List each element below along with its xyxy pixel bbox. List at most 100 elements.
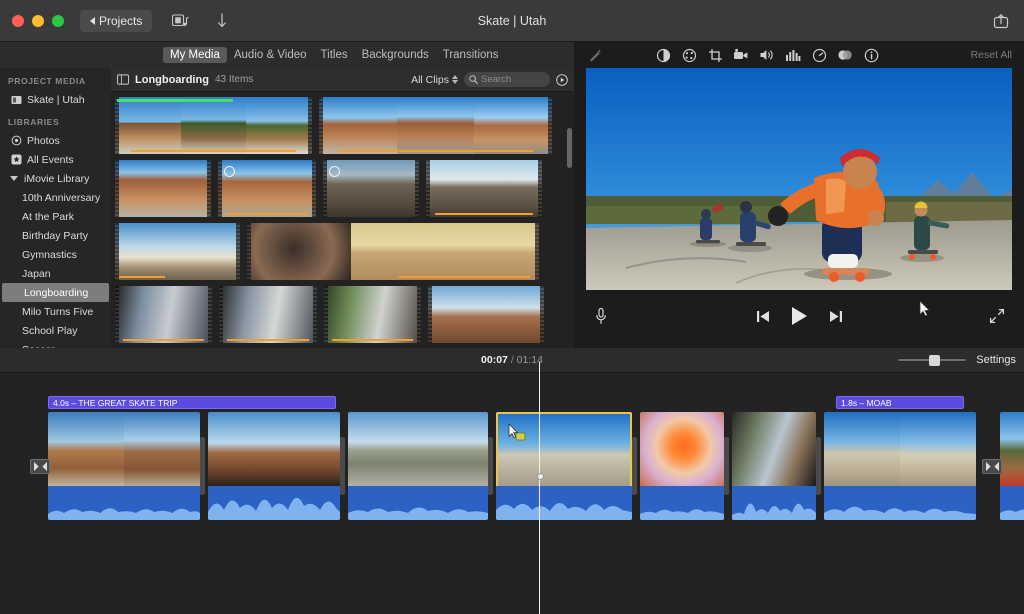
import-icon[interactable] (208, 9, 236, 33)
used-indicator (338, 150, 534, 153)
disclosure-triangle-icon[interactable] (10, 176, 18, 181)
crop-icon[interactable] (702, 44, 728, 66)
chevron-left-icon (90, 17, 95, 25)
filters-icon[interactable] (832, 44, 858, 66)
speed-icon[interactable] (806, 44, 832, 66)
section-project-media: PROJECT MEDIA (0, 68, 111, 90)
used-indicator (123, 339, 205, 342)
timeline-clip-open-road[interactable] (348, 412, 488, 520)
sidebar-item-milo-turns-five[interactable]: Milo Turns Five (0, 302, 111, 321)
title-clip-great-skate-trip[interactable]: 4.0s – THE GREAT SKATE TRIP (48, 396, 336, 409)
color-correction-icon[interactable] (676, 44, 702, 66)
play-circle-icon[interactable] (556, 74, 568, 86)
browser-clip[interactable] (428, 286, 544, 343)
used-indicator (119, 276, 165, 279)
browser-clip[interactable] (219, 286, 317, 343)
sidebar-item-japan[interactable]: Japan (0, 264, 111, 283)
search-icon (469, 75, 478, 84)
window-title: Skate | Utah (0, 14, 1024, 28)
skip-to-start-icon[interactable] (756, 310, 770, 323)
sidebar-item-label: Skate | Utah (27, 94, 85, 106)
close-button[interactable] (12, 15, 24, 27)
browser-clip[interactable] (115, 97, 312, 154)
timeline-clip-desert[interactable] (1000, 412, 1024, 520)
magic-wand-icon[interactable] (582, 44, 608, 66)
browser-clip[interactable] (426, 160, 542, 217)
browser-scrollbar[interactable] (567, 128, 572, 168)
skip-to-end-icon[interactable] (829, 310, 843, 323)
transition-icon[interactable] (982, 459, 1002, 474)
browser-clip[interactable] (324, 286, 421, 343)
sidebar-item-school-play[interactable]: School Play (0, 321, 111, 340)
sidebar-item-longboarding[interactable]: Longboarding (2, 283, 109, 302)
timeline-clip-wheel-closeup[interactable] (640, 412, 724, 520)
minimize-button[interactable] (32, 15, 44, 27)
zoom-thumb[interactable] (929, 355, 940, 366)
title-clip-moab[interactable]: 1.8s – MOAB (836, 396, 964, 409)
all-clips-filter[interactable]: All Clips (411, 74, 458, 86)
sidebar-item-at-the-park[interactable]: At the Park (0, 207, 111, 226)
timeline-clip-canyon-overlook[interactable] (208, 412, 340, 520)
stepper-icon[interactable] (452, 75, 458, 84)
share-icon[interactable] (988, 9, 1014, 33)
media-library-icon[interactable] (166, 9, 194, 33)
sidebar-item-10th-anniversary[interactable]: 10th Anniversary (0, 188, 111, 207)
tab-titles[interactable]: Titles (314, 47, 355, 63)
browser-clip[interactable] (323, 160, 419, 217)
sidebar-item-label: iMovie Library (24, 173, 89, 185)
timeline: 4.0s – THE GREAT SKATE TRIP 1.8s – MOAB (0, 373, 1024, 614)
settings-button[interactable]: Settings (976, 354, 1016, 366)
sidebar-item-label: Birthday Party (22, 230, 88, 242)
maximize-button[interactable] (52, 15, 64, 27)
volume-icon[interactable] (754, 44, 780, 66)
search-input[interactable]: Search (464, 72, 550, 87)
browser-item-count: 43 Items (215, 74, 253, 85)
media-browser: Longboarding 43 Items All Clips Search (111, 68, 574, 348)
sidebar-item-gymnastics[interactable]: Gymnastics (0, 245, 111, 264)
project-icon (10, 94, 22, 106)
timeline-clip-group-skate[interactable] (824, 412, 976, 520)
stabilization-icon[interactable] (728, 44, 754, 66)
info-icon[interactable] (858, 44, 884, 66)
favorite-badge-icon (329, 166, 340, 177)
sidebar-item-all-events[interactable]: All Events (0, 150, 111, 169)
tab-backgrounds[interactable]: Backgrounds (355, 47, 436, 63)
browser-clip[interactable] (247, 223, 539, 280)
playhead[interactable] (539, 373, 540, 614)
viewer-toolbar: Reset All (574, 42, 1024, 68)
tab-audio-video[interactable]: Audio & Video (227, 47, 314, 63)
color-balance-icon[interactable] (650, 44, 676, 66)
noise-reduction-icon[interactable] (780, 44, 806, 66)
sidebar-item-label: At the Park (22, 211, 74, 223)
selection-indicator (117, 99, 233, 102)
playhead-marker (539, 362, 540, 374)
browser-clip[interactable] (115, 286, 212, 343)
tab-transitions[interactable]: Transitions (436, 47, 506, 63)
sidebar-item-skate-utah[interactable]: Skate | Utah (0, 90, 111, 109)
reset-all-button[interactable]: Reset All (971, 49, 1016, 61)
sidebar-item-photos[interactable]: Photos (0, 131, 111, 150)
transport-center (574, 307, 1024, 325)
back-to-projects-button[interactable]: Projects (80, 10, 152, 32)
sidebar-item-imovie-library[interactable]: iMovie Library (0, 169, 111, 188)
timeline-clip-driving[interactable] (732, 412, 816, 520)
sidebar-toggle-icon[interactable] (117, 74, 129, 86)
sidebar-item-label: Milo Turns Five (22, 306, 93, 318)
browser-header: Longboarding 43 Items All Clips Search (111, 68, 574, 92)
browser-clip[interactable] (115, 223, 240, 280)
clip-grid (111, 92, 574, 348)
browser-clip[interactable] (115, 160, 211, 217)
browser-clip[interactable] (319, 97, 552, 154)
play-icon[interactable] (792, 307, 807, 325)
zoom-slider[interactable] (898, 354, 966, 366)
video-preview[interactable] (586, 68, 1012, 290)
timeline-clip-monument-valley[interactable] (48, 412, 200, 520)
clip-grip-handle[interactable] (537, 473, 544, 480)
sidebar-item-birthday-party[interactable]: Birthday Party (0, 226, 111, 245)
sidebar-item-soccer[interactable]: Soccer (0, 340, 111, 348)
browser-clip[interactable] (218, 160, 316, 217)
clip-row (115, 223, 570, 280)
tab-my-media[interactable]: My Media (163, 47, 227, 63)
transition-icon[interactable] (30, 459, 50, 474)
used-indicator (399, 276, 530, 279)
